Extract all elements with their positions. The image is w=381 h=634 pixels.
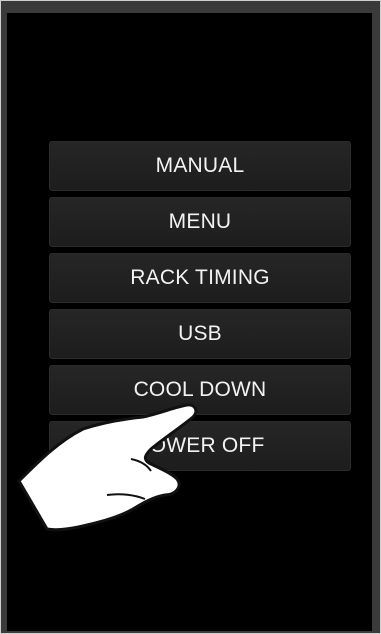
power-off-button[interactable]: POWER OFF bbox=[49, 421, 351, 471]
manual-button[interactable]: MANUAL bbox=[49, 141, 351, 191]
cool-down-button[interactable]: COOL DOWN bbox=[49, 365, 351, 415]
touch-screen: MANUAL MENU RACK TIMING USB COOL DOWN PO… bbox=[7, 13, 372, 631]
main-menu: MANUAL MENU RACK TIMING USB COOL DOWN PO… bbox=[49, 141, 351, 477]
usb-button[interactable]: USB bbox=[49, 309, 351, 359]
menu-button[interactable]: MENU bbox=[49, 197, 351, 247]
device-frame: MANUAL MENU RACK TIMING USB COOL DOWN PO… bbox=[0, 0, 381, 634]
rack-timing-button[interactable]: RACK TIMING bbox=[49, 253, 351, 303]
